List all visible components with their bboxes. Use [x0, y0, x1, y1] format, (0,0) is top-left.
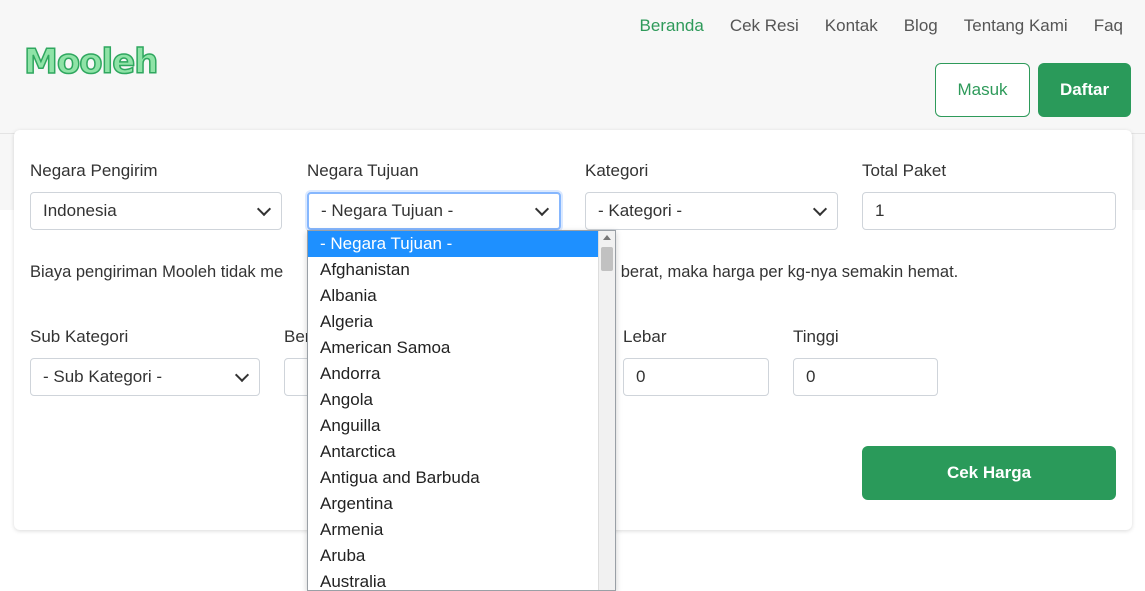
- category-label: Kategori: [585, 161, 649, 180]
- sub-category-value: - Sub Kategori -: [43, 367, 163, 386]
- total-packages-label: Total Paket: [862, 161, 947, 180]
- scrollbar-thumb[interactable]: [601, 247, 613, 271]
- destination-country-value: - Negara Tujuan -: [321, 201, 454, 220]
- sender-country-select[interactable]: Indonesia: [30, 192, 282, 230]
- height-label: Tinggi: [793, 327, 839, 346]
- mooleh-logo[interactable]: Mooleh: [23, 41, 159, 83]
- dropdown-option[interactable]: Andorra: [308, 361, 598, 387]
- nav-beranda[interactable]: Beranda: [640, 16, 704, 36]
- chevron-down-icon: [534, 201, 550, 217]
- scroll-up-arrow-icon[interactable]: [603, 235, 611, 240]
- dropdown-option[interactable]: American Samoa: [308, 335, 598, 361]
- height-input[interactable]: 0: [793, 358, 938, 396]
- category-select[interactable]: - Kategori -: [585, 192, 838, 230]
- height-value: 0: [806, 367, 816, 386]
- dropdown-option[interactable]: Antarctica: [308, 439, 598, 465]
- sub-category-select[interactable]: - Sub Kategori -: [30, 358, 260, 396]
- site-header: Mooleh Beranda Cek Resi Kontak Blog Tent…: [0, 0, 1145, 134]
- nav-faq[interactable]: Faq: [1094, 16, 1123, 36]
- main-nav: Beranda Cek Resi Kontak Blog Tentang Kam…: [640, 16, 1123, 36]
- dropdown-option[interactable]: Antigua and Barbuda: [308, 465, 598, 491]
- sub-category-label: Sub Kategori: [30, 327, 129, 346]
- destination-country-select[interactable]: - Negara Tujuan -: [307, 192, 561, 230]
- dropdown-option[interactable]: Anguilla: [308, 413, 598, 439]
- dropdown-option[interactable]: Armenia: [308, 517, 598, 543]
- chevron-down-icon: [234, 367, 250, 383]
- nav-tentang-kami[interactable]: Tentang Kami: [964, 16, 1068, 36]
- pricing-info-left: Biaya pengiriman Mooleh tidak me: [30, 263, 284, 281]
- total-packages-value: 1: [875, 201, 885, 220]
- category-value: - Kategori -: [598, 201, 683, 220]
- chevron-down-icon: [256, 201, 272, 217]
- logo-text: Mooleh: [23, 41, 159, 83]
- dropdown-scrollbar[interactable]: [598, 231, 615, 590]
- total-packages-input[interactable]: 1: [862, 192, 1116, 230]
- width-label: Lebar: [623, 327, 667, 346]
- dropdown-option[interactable]: Aruba: [308, 543, 598, 569]
- width-input[interactable]: 0: [623, 358, 769, 396]
- dropdown-option[interactable]: Argentina: [308, 491, 598, 517]
- register-button[interactable]: Daftar: [1038, 63, 1131, 117]
- login-button[interactable]: Masuk: [935, 63, 1030, 117]
- nav-cek-resi[interactable]: Cek Resi: [730, 16, 799, 36]
- nav-blog[interactable]: Blog: [904, 16, 938, 36]
- check-price-button[interactable]: Cek Harga: [862, 446, 1116, 500]
- dropdown-option[interactable]: Algeria: [308, 309, 598, 335]
- dropdown-option[interactable]: Australia: [308, 569, 598, 590]
- destination-country-dropdown[interactable]: - Negara Tujuan - Afghanistan Albania Al…: [307, 230, 616, 591]
- dropdown-option[interactable]: Angola: [308, 387, 598, 413]
- width-value: 0: [636, 367, 646, 386]
- dropdown-option[interactable]: Albania: [308, 283, 598, 309]
- chevron-down-icon: [812, 201, 828, 217]
- pricing-info-right: makin berat, maka harga per kg-nya semak…: [572, 263, 959, 281]
- nav-kontak[interactable]: Kontak: [825, 16, 878, 36]
- dropdown-option[interactable]: - Negara Tujuan -: [308, 231, 598, 257]
- destination-country-label: Negara Tujuan: [307, 161, 419, 180]
- sender-country-label: Negara Pengirim: [30, 161, 158, 180]
- dropdown-option[interactable]: Afghanistan: [308, 257, 598, 283]
- sender-country-value: Indonesia: [43, 201, 117, 220]
